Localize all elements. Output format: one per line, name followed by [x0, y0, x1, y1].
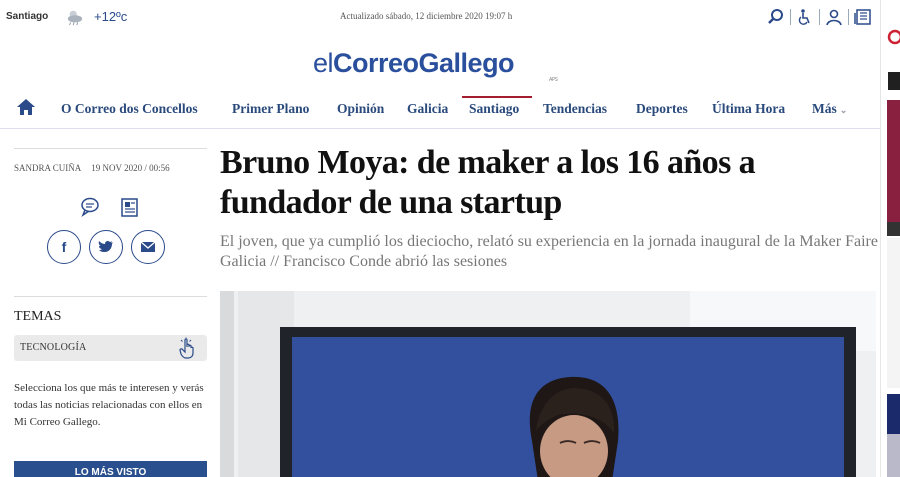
nav-item-opinion[interactable]: Opinión: [337, 101, 384, 117]
updated-timestamp: Actualizado sábado, 12 diciembre 2020 19…: [340, 11, 513, 21]
article-meta: SANDRA CUIÑA 19 NOV 2020 / 00:56: [14, 163, 170, 173]
divider: [14, 148, 207, 149]
nav-item-mas[interactable]: Más ⌄: [812, 101, 847, 117]
publish-date: 19 NOV 2020 / 00:56: [91, 163, 170, 173]
home-icon[interactable]: [16, 98, 36, 116]
nav-active-indicator: [462, 96, 532, 98]
main-nav: O Correo dos Concellos Primer Plano Opin…: [0, 96, 880, 124]
comment-icon[interactable]: [79, 196, 101, 218]
tag-label: TECNOLOGÍA: [20, 342, 87, 353]
logo-prefix: el: [313, 48, 334, 78]
site-logo[interactable]: elCorreoGallego APS: [313, 48, 558, 83]
share-facebook-button[interactable]: f: [47, 230, 81, 264]
mail-icon: [140, 241, 156, 252]
newspaper-icon[interactable]: [852, 6, 874, 28]
accessibility-icon[interactable]: [794, 6, 816, 28]
article-subtitle: El joven, que ya cumplió los dieciocho, …: [220, 233, 878, 270]
top-bar: Santiago +12ºc Actualizado sábado, 12 di…: [0, 0, 880, 36]
ad-strip-graphic: [887, 29, 900, 477]
nav-item-galicia[interactable]: Galicia: [407, 101, 448, 117]
search-icon[interactable]: [765, 6, 787, 28]
logo-brand: CorreoGallego: [333, 48, 515, 78]
divider: [819, 9, 820, 25]
lo-mas-visto-tab[interactable]: LO MÁS VISTO: [14, 461, 207, 477]
article-photo[interactable]: [220, 291, 876, 477]
temperature: +12ºc: [94, 9, 128, 24]
nav-item-primer-plano[interactable]: Primer Plano: [232, 101, 309, 117]
divider: [14, 296, 207, 297]
temas-description: Selecciona los que más te interesen y ve…: [14, 382, 204, 428]
chevron-down-icon: ⌄: [839, 105, 848, 115]
share-mail-button[interactable]: [131, 230, 165, 264]
article-headline: Bruno Moya: de maker a los 16 años a fun…: [220, 144, 756, 221]
tag-tecnologia[interactable]: TECNOLOGÍA: [14, 335, 207, 361]
author-name[interactable]: SANDRA CUIÑA: [14, 163, 81, 173]
twitter-icon: [98, 240, 113, 252]
divider: [848, 9, 849, 25]
header-tools: [765, 6, 874, 28]
nav-item-deportes[interactable]: Deportes: [636, 101, 688, 117]
nav-mas-label: Más: [812, 101, 837, 116]
nav-item-tendencias[interactable]: Tendencias: [543, 101, 607, 117]
temas-heading: TEMAS: [14, 309, 62, 324]
tap-hand-icon[interactable]: [177, 337, 197, 359]
facebook-icon: f: [61, 239, 67, 255]
share-twitter-button[interactable]: [89, 230, 123, 264]
newspaper-icon[interactable]: [118, 196, 140, 218]
nav-item-concellos[interactable]: O Correo dos Concellos: [61, 101, 198, 117]
user-icon[interactable]: [823, 6, 845, 28]
logo-suffix: APS: [549, 77, 558, 83]
photo-content: [220, 291, 876, 477]
side-advert-strip: [880, 0, 900, 477]
divider: [790, 9, 791, 25]
nav-item-santiago[interactable]: Santiago: [469, 101, 519, 117]
partly-cloudy-icon: [67, 10, 83, 26]
nav-divider: [0, 128, 880, 129]
nav-item-ultima-hora[interactable]: Última Hora: [712, 101, 785, 117]
city-label: Santiago: [6, 11, 49, 22]
